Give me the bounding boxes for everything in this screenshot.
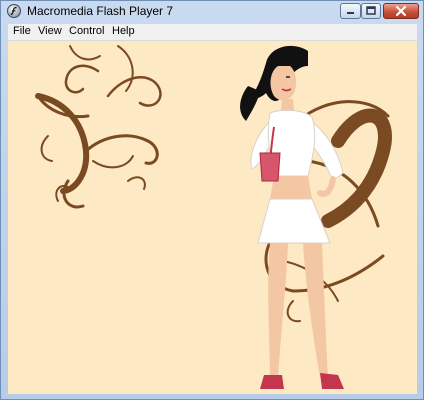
decorative-swirl-left (35, 45, 162, 209)
fashion-illustration (35, 45, 392, 389)
menu-file[interactable]: File (10, 25, 34, 37)
menu-bar: File View Control Help (8, 24, 417, 41)
minimize-icon (347, 12, 354, 14)
maximize-icon (366, 6, 376, 15)
maximize-button[interactable] (361, 3, 381, 19)
flash-player-icon[interactable] (7, 4, 21, 18)
flash-stage[interactable] (8, 41, 417, 394)
flash-player-window: Macromedia Flash Player 7 File View Cont… (0, 0, 424, 400)
menu-control[interactable]: Control (66, 25, 107, 37)
close-icon (395, 5, 407, 17)
close-button[interactable] (383, 3, 419, 19)
menu-help[interactable]: Help (109, 25, 138, 37)
window-title: Macromedia Flash Player 7 (27, 4, 174, 18)
menu-view[interactable]: View (35, 25, 65, 37)
title-bar[interactable]: Macromedia Flash Player 7 (1, 1, 423, 22)
minimize-button[interactable] (340, 3, 361, 19)
